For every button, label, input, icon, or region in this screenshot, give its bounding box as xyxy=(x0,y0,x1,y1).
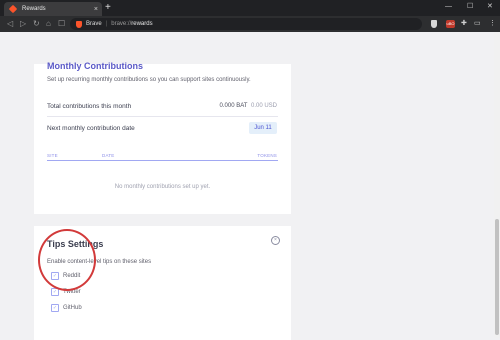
column-header-site[interactable]: SITE xyxy=(47,153,58,158)
url-host: rewards xyxy=(131,21,153,27)
url-scheme: brave:// xyxy=(111,21,132,27)
menu-icon[interactable]: ⋮ xyxy=(489,20,496,28)
home-icon[interactable]: ⌂ xyxy=(46,19,51,29)
tab-title: Rewards xyxy=(22,6,46,12)
github-label: GitHub xyxy=(63,305,82,311)
forward-icon[interactable]: ▷ xyxy=(20,19,26,29)
github-checkbox[interactable]: ✓ xyxy=(51,304,59,312)
column-header-date[interactable]: DATE xyxy=(102,153,114,158)
row-divider xyxy=(47,116,278,117)
close-icon[interactable]: × xyxy=(271,236,280,245)
tab-strip: Rewards × + — ☐ ✕ xyxy=(0,0,500,16)
total-usd: 0.00 USD xyxy=(250,103,277,109)
omnibox-brand: Brave xyxy=(86,21,102,27)
close-window-icon[interactable]: ✕ xyxy=(487,2,493,12)
brave-shields-icon[interactable] xyxy=(431,20,437,28)
annotation-circle xyxy=(38,229,96,291)
scrollbar-thumb[interactable] xyxy=(495,219,499,335)
total-contributions-label: Total contributions this month xyxy=(47,103,132,110)
next-contribution-label: Next monthly contribution date xyxy=(47,125,135,132)
brave-rewards-favicon-icon xyxy=(8,4,18,14)
minimize-icon[interactable]: — xyxy=(445,2,452,12)
monthly-contributions-title: Monthly Contributions xyxy=(47,61,143,71)
maximize-icon[interactable]: ☐ xyxy=(467,2,473,12)
total-bat: 0.000 BAT xyxy=(219,103,248,109)
back-icon[interactable]: ◁ xyxy=(7,19,13,29)
monthly-contributions-card: Monthly Contributions Set up recurring m… xyxy=(34,61,291,214)
new-tab-button[interactable]: + xyxy=(105,2,111,14)
empty-contributions-message: No monthly contributions set up yet. xyxy=(114,184,211,190)
tab-rewards[interactable]: Rewards × xyxy=(4,2,102,16)
total-contributions-value: 0.000 BAT 0.00 USD xyxy=(220,103,277,109)
next-contribution-date: Jun 11 xyxy=(249,122,277,134)
omnibox-separator: | xyxy=(105,21,108,27)
column-header-tokens[interactable]: TOKENS xyxy=(257,153,277,158)
address-bar[interactable]: Brave | brave://rewards xyxy=(70,18,422,30)
monthly-contributions-description: Set up recurring monthly contributions s… xyxy=(47,77,251,83)
tab-close-icon[interactable]: × xyxy=(94,6,98,13)
ublock-origin-icon[interactable]: uBO xyxy=(446,20,455,28)
table-header-line xyxy=(47,160,278,161)
reload-icon[interactable]: ↻ xyxy=(33,19,40,29)
brave-lion-icon xyxy=(76,20,82,28)
browser-toolbar: ◁ ▷ ↻ ⌂ ☐ Brave | brave://rewards uBO ✚ … xyxy=(0,16,500,32)
extensions-puzzle-icon[interactable]: ✚ xyxy=(461,20,467,28)
tip-site-github[interactable]: ✓ GitHub xyxy=(51,304,82,312)
bookmark-icon[interactable]: ☐ xyxy=(58,19,65,29)
cast-icon[interactable]: ▭ xyxy=(474,20,481,28)
page-content: Monthly Contributions Set up recurring m… xyxy=(0,32,494,340)
